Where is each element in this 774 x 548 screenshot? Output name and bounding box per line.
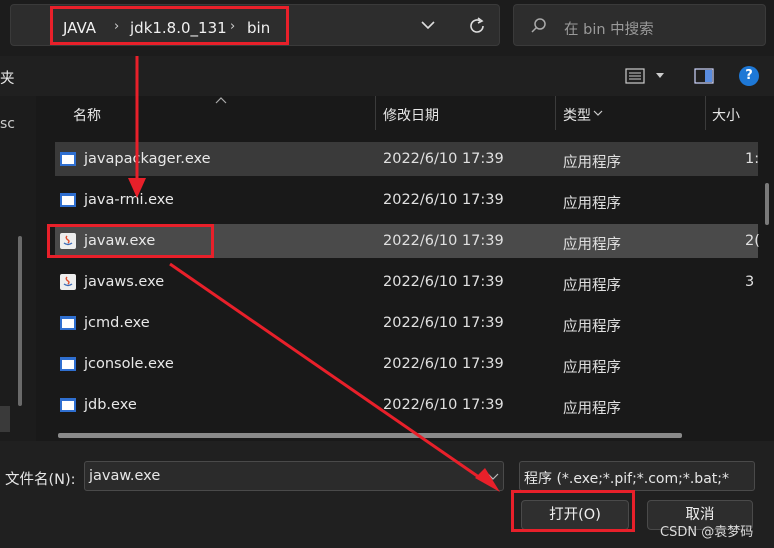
annotation-arrows [128,56,500,492]
